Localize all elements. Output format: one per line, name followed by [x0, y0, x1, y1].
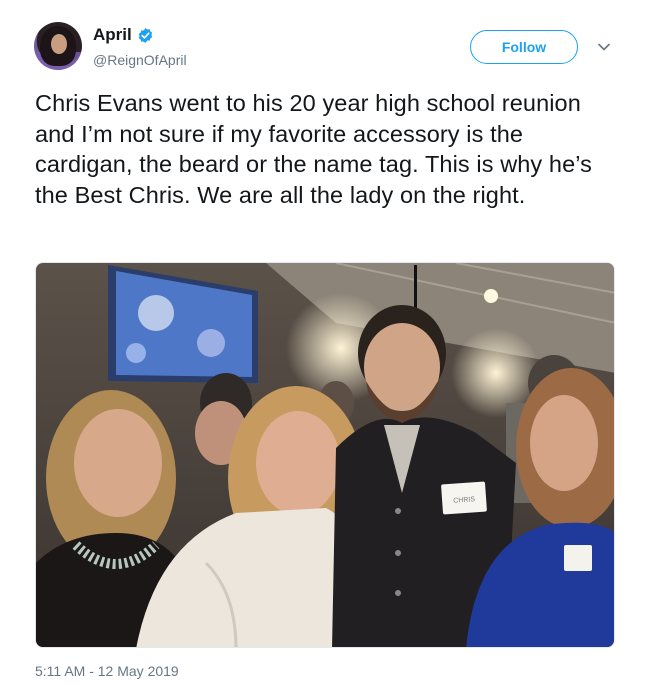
author-handle[interactable]: @ReignOfApril — [93, 52, 187, 68]
verified-badge-icon — [138, 27, 152, 43]
avatar-face — [51, 34, 67, 54]
author-name-row[interactable]: April — [93, 25, 154, 45]
avatar[interactable] — [34, 22, 82, 70]
tweet-timestamp[interactable]: 5:11 AM - 12 May 2019 — [35, 663, 179, 679]
tweet-text: Chris Evans went to his 20 year high sch… — [35, 90, 592, 208]
author-display-name[interactable]: April — [93, 25, 132, 45]
tweet-photo[interactable]: CHRIS — [35, 262, 615, 648]
follow-button[interactable]: Follow — [470, 30, 578, 64]
reunion-photo-image: CHRIS — [36, 263, 614, 647]
chevron-down-icon[interactable] — [596, 40, 612, 54]
